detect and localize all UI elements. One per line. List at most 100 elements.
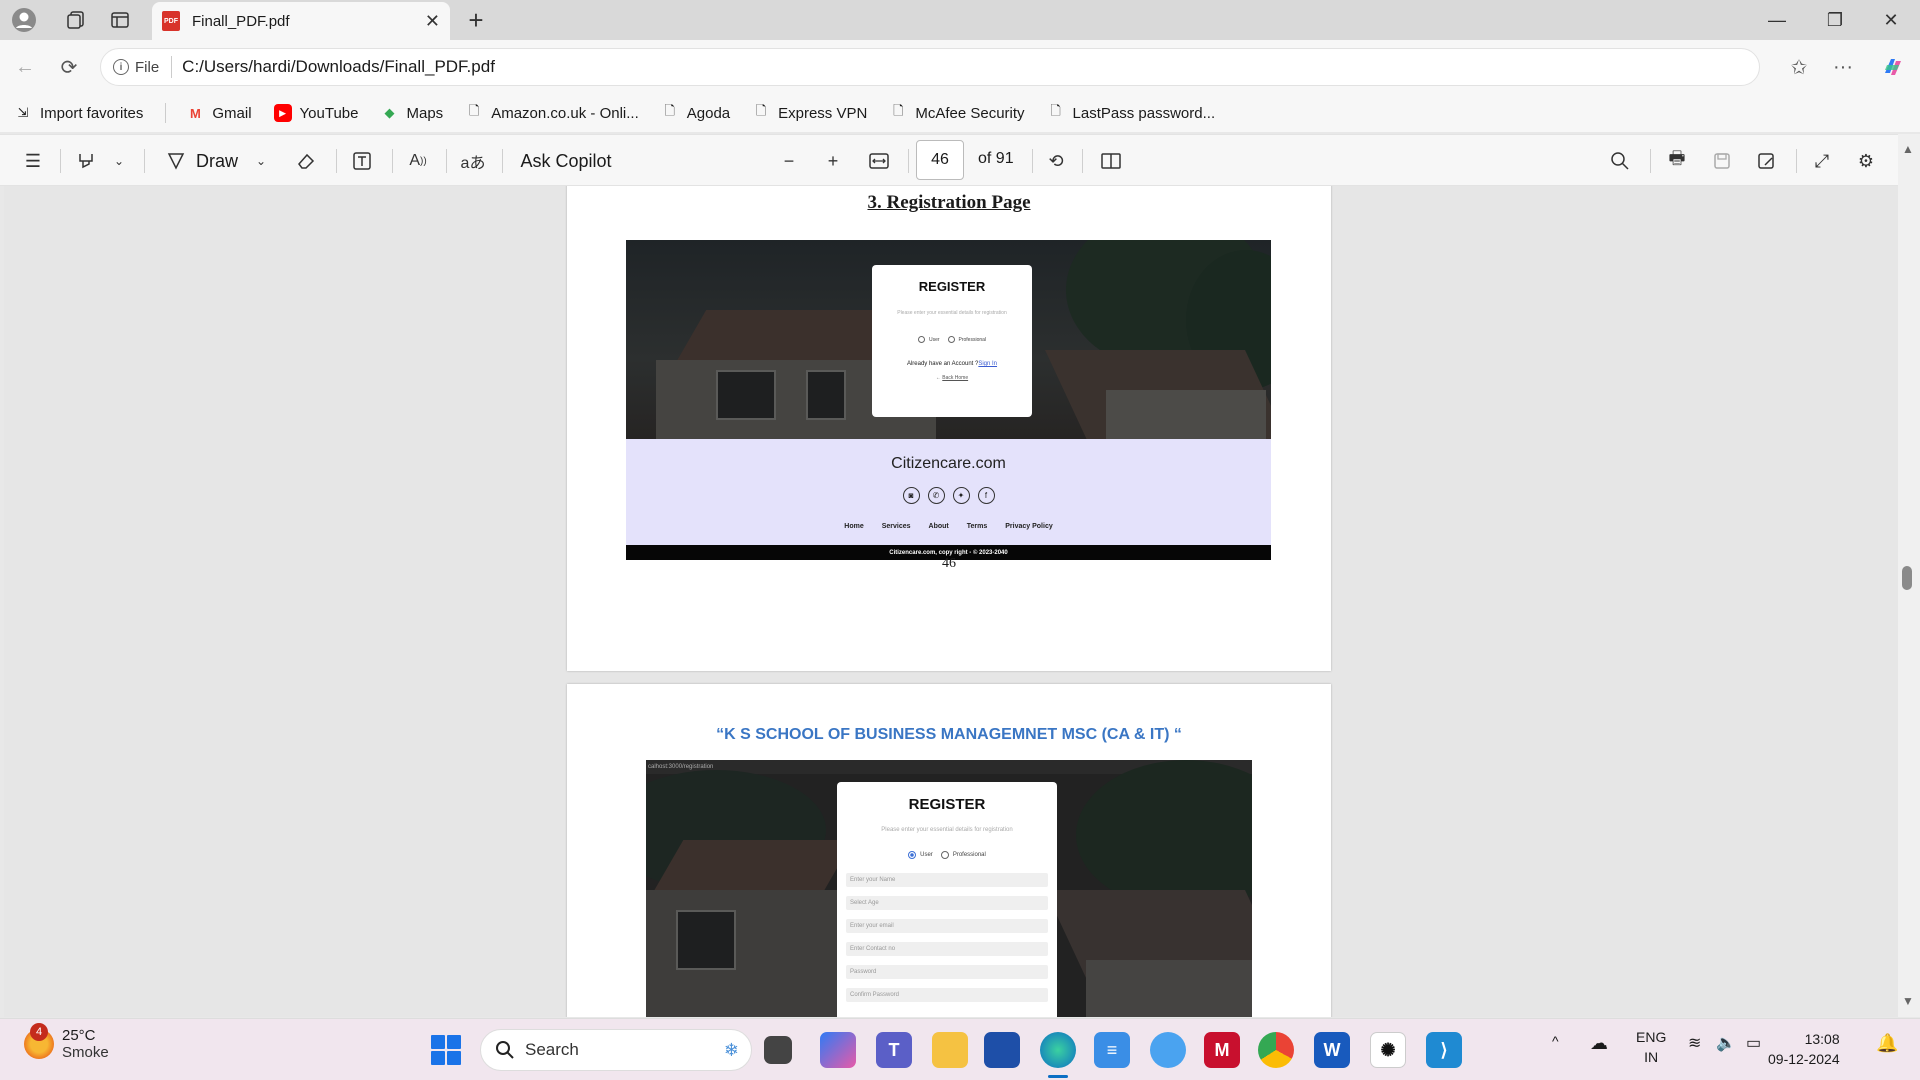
back-home-link[interactable]: ← Back Home (936, 375, 968, 381)
new-tab-icon[interactable]: + (456, 0, 496, 40)
register-title: REGISTER (908, 796, 986, 813)
chevron-down-icon[interactable]: ⌄ (252, 145, 270, 177)
contact-field[interactable]: Enter Contact no (846, 942, 1048, 956)
signin-link[interactable]: Sign In (978, 361, 997, 367)
twitter-icon[interactable]: ✦ (952, 487, 970, 504)
radio-professional[interactable] (940, 851, 949, 859)
onedrive-icon[interactable]: ☁ (1590, 1033, 1608, 1054)
favorite-mcafee[interactable]: 🗋 McAfee Security (889, 103, 1024, 122)
zoom-out-button[interactable]: − (776, 145, 802, 177)
footer-link-about[interactable]: About (929, 523, 949, 530)
age-select[interactable]: Select Age (846, 896, 1048, 910)
pdf-viewer[interactable]: 3. Registration Page REGISTER Please ent… (4, 186, 1898, 1017)
scroll-up-icon[interactable]: ▲ (1902, 142, 1914, 156)
footer-link-services[interactable]: Services (882, 523, 911, 530)
translate-icon[interactable]: aあ (458, 145, 488, 177)
confirm-password-field[interactable]: Confirm Password (846, 988, 1048, 1002)
facebook-icon[interactable]: f (977, 487, 995, 504)
radio-user[interactable] (908, 851, 917, 859)
save-icon[interactable] (1708, 145, 1736, 177)
battery-icon[interactable]: ▭ (1746, 1033, 1761, 1053)
temperature: 25°C (62, 1027, 96, 1044)
clock[interactable]: 13:08 09-12-2024 (1768, 1029, 1840, 1069)
favorite-expressvpn[interactable]: 🗋 Express VPN (752, 103, 867, 122)
find-icon[interactable] (1606, 145, 1634, 177)
contents-icon[interactable]: ☰ (18, 145, 48, 177)
close-window-icon[interactable]: ✕ (1862, 0, 1920, 40)
save-as-icon[interactable] (1752, 145, 1780, 177)
minimize-icon[interactable]: — (1748, 0, 1806, 40)
restore-icon[interactable]: ❐ (1806, 0, 1864, 40)
signin-prompt: Already have an Account ?Sign In (907, 361, 997, 367)
text-box-icon[interactable] (348, 145, 376, 177)
taskbar-search[interactable]: Search ❄ (480, 1029, 752, 1071)
instagram-icon[interactable]: ◙ (902, 487, 920, 504)
volume-icon[interactable]: 🔈 (1716, 1033, 1736, 1053)
task-view-icon[interactable] (764, 1036, 792, 1064)
highlight-icon[interactable] (72, 145, 100, 177)
notepad-icon[interactable]: ≡ (1094, 1032, 1130, 1068)
email-field[interactable]: Enter your email (846, 919, 1048, 933)
whatsapp-icon[interactable]: ✆ (927, 487, 945, 504)
show-hidden-icons[interactable]: ^ (1552, 1033, 1559, 1049)
site-info[interactable]: i File (113, 56, 173, 78)
name-field[interactable]: Enter your Name (846, 873, 1048, 887)
wifi-icon[interactable]: ≋ (1688, 1033, 1701, 1053)
rotate-icon[interactable]: ⟲ (1042, 145, 1070, 177)
password-field[interactable]: Password (846, 965, 1048, 979)
more-options-icon[interactable]: ··· (1826, 50, 1860, 84)
word-icon[interactable]: W (1314, 1032, 1350, 1068)
vscode-icon[interactable]: ⟩ (1426, 1032, 1462, 1068)
url-text[interactable]: C:/Users/hardi/Downloads/Finall_PDF.pdf (182, 57, 495, 77)
page-view-icon[interactable] (1096, 145, 1126, 177)
file-explorer-icon[interactable] (932, 1032, 968, 1068)
microsoft-store-icon[interactable] (984, 1032, 1020, 1068)
chevron-down-icon[interactable]: ⌄ (110, 145, 128, 177)
address-bar[interactable]: i File C:/Users/hardi/Downloads/Finall_P… (100, 48, 1760, 86)
chrome-icon[interactable] (1258, 1032, 1294, 1068)
copilot-icon[interactable] (1876, 50, 1910, 84)
radio-professional[interactable] (947, 336, 955, 343)
edge-icon[interactable] (1040, 1032, 1076, 1068)
collections-icon[interactable] (56, 0, 96, 40)
scrollbar-thumb[interactable] (1902, 566, 1912, 590)
weather-app-icon[interactable] (1150, 1032, 1186, 1068)
chatgpt-icon[interactable]: ✺ (1370, 1032, 1406, 1068)
radio-user[interactable] (917, 336, 925, 343)
footer-link-home[interactable]: Home (844, 523, 863, 530)
scroll-down-icon[interactable]: ▼ (1902, 994, 1914, 1008)
page-number-input[interactable]: 46 (916, 140, 964, 180)
eraser-icon[interactable] (292, 145, 320, 177)
favorite-maps[interactable]: ◆ Maps (381, 104, 444, 122)
profile-icon[interactable] (4, 0, 44, 40)
refresh-icon[interactable]: ⟳ (52, 50, 86, 84)
favorite-import[interactable]: ⇲ Import favorites (14, 104, 144, 122)
ask-copilot-button[interactable]: Ask Copilot (514, 145, 618, 177)
tab-actions-icon[interactable] (100, 0, 140, 40)
footer-link-privacy[interactable]: Privacy Policy (1005, 523, 1052, 530)
zoom-in-button[interactable]: + (820, 145, 846, 177)
fit-width-icon[interactable] (864, 145, 894, 177)
weather-widget[interactable]: 4 25°C Smoke (24, 1023, 109, 1061)
favorite-gmail[interactable]: M Gmail (186, 104, 252, 122)
favorite-youtube[interactable]: ▶ YouTube (273, 104, 359, 122)
language-indicator[interactable]: ENG IN (1636, 1027, 1666, 1067)
mcafee-icon[interactable]: M (1204, 1032, 1240, 1068)
teams-icon[interactable]: T (876, 1032, 912, 1068)
favorite-agoda[interactable]: 🗋 Agoda (661, 103, 731, 122)
favorite-amazon[interactable]: 🗋 Amazon.co.uk - Onli... (465, 103, 639, 122)
draw-button[interactable]: Draw (156, 145, 248, 177)
tab-close-icon[interactable]: ✕ (425, 11, 440, 32)
favorite-lastpass[interactable]: 🗋 LastPass password... (1047, 103, 1215, 122)
read-aloud-icon[interactable]: A)) (404, 145, 432, 177)
notification-bell-icon[interactable]: 🔔 (1876, 1033, 1898, 1054)
copilot-app-icon[interactable] (820, 1032, 856, 1068)
tab-active[interactable]: PDF Finall_PDF.pdf ✕ (152, 2, 450, 40)
start-windows-icon[interactable] (431, 1035, 461, 1065)
footer-link-terms[interactable]: Terms (967, 523, 988, 530)
favorites-icon[interactable]: ✩ (1782, 50, 1816, 84)
back-icon[interactable]: ← (8, 50, 42, 84)
print-icon[interactable]: 🖶 (1662, 145, 1692, 177)
settings-gear-icon[interactable]: ⚙ (1852, 145, 1880, 177)
fullscreen-icon[interactable]: ⤢ (1808, 145, 1836, 177)
